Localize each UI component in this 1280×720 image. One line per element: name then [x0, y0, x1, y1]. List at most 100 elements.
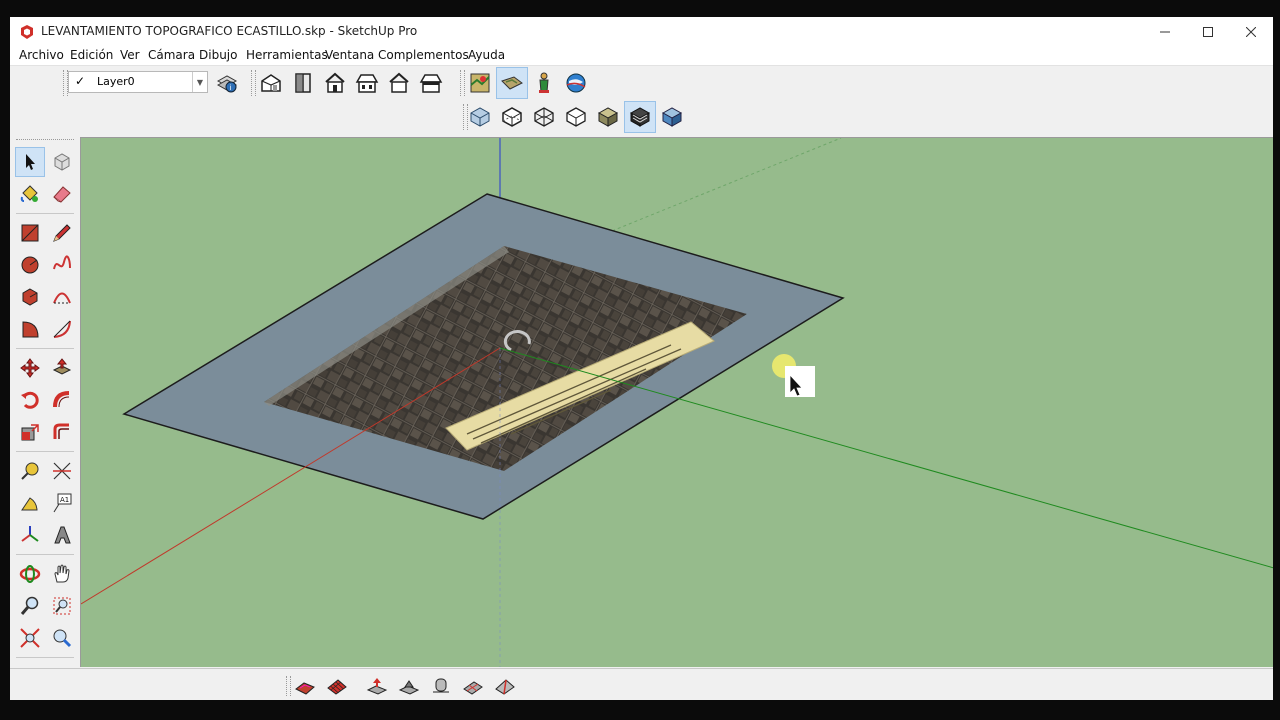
shaded-style-button[interactable]: [592, 101, 624, 133]
rotate-tool[interactable]: [15, 385, 45, 415]
eraser-tool[interactable]: [47, 179, 77, 209]
zoom-extents-icon: [20, 628, 40, 648]
two-point-arc-tool[interactable]: [47, 314, 77, 344]
freehand-tool[interactable]: [47, 250, 77, 280]
push-pull-icon: [52, 358, 72, 375]
views-toolbar: [255, 67, 447, 99]
smoove-button[interactable]: [361, 670, 393, 700]
protractor-icon: [21, 497, 38, 511]
axes-icon: [21, 526, 39, 542]
menu-herramientas[interactable]: Herramientas: [246, 48, 328, 62]
top-view-button[interactable]: [287, 67, 319, 99]
shaded-textures-style-button[interactable]: [624, 101, 656, 133]
large-tool-set: A1: [10, 137, 79, 667]
circle-tool[interactable]: [15, 250, 45, 280]
position-camera-tool[interactable]: [47, 623, 77, 653]
back-edges-style-button[interactable]: [496, 101, 528, 133]
3d-text-icon: [54, 526, 71, 544]
pan-tool[interactable]: [47, 559, 77, 589]
paint-bucket-icon: [20, 185, 38, 202]
follow-me-tool[interactable]: [47, 385, 77, 415]
sandbox-from-contours-button[interactable]: [289, 670, 321, 700]
arc-tool[interactable]: [47, 282, 77, 312]
maximize-button[interactable]: [1186, 17, 1230, 47]
flip-edge-button[interactable]: [489, 670, 521, 700]
zoom-window-tool[interactable]: [47, 591, 77, 621]
front-view-icon: [325, 72, 345, 93]
sketchup-logo-icon: [21, 25, 33, 39]
dimension-tool[interactable]: [47, 456, 77, 486]
add-detail-button[interactable]: [457, 670, 489, 700]
monochrome-style-button[interactable]: [656, 101, 688, 133]
menu-ver[interactable]: Ver: [120, 48, 140, 62]
scene-canvas[interactable]: [81, 138, 1273, 667]
polygon-tool[interactable]: [15, 282, 45, 312]
layer-manager-button[interactable]: i: [211, 67, 243, 99]
svg-text:i: i: [230, 84, 232, 92]
xray-style-button[interactable]: [464, 101, 496, 133]
drawing-viewport[interactable]: [80, 137, 1273, 667]
minimize-button[interactable]: [1143, 17, 1187, 47]
toolbar-grip[interactable]: [16, 139, 74, 141]
scale-tool[interactable]: [15, 417, 45, 447]
orbit-tool[interactable]: [15, 559, 45, 589]
menu-camara[interactable]: Cámara: [148, 48, 195, 62]
toolbar-separator: [16, 348, 74, 349]
menu-edicion[interactable]: Edición: [70, 48, 113, 62]
rectangle-tool[interactable]: [15, 218, 45, 248]
chevron-down-icon[interactable]: ▼: [192, 72, 207, 92]
back-view-button[interactable]: [383, 67, 415, 99]
google-earth-icon: [566, 73, 586, 93]
preview-google-earth-button[interactable]: [560, 67, 592, 99]
make-component-tool[interactable]: [47, 147, 77, 177]
eraser-icon: [53, 186, 71, 203]
title-bar: LEVANTAMIENTO TOPOGRAFICO ECASTILLO.skp …: [10, 17, 1273, 47]
wireframe-style-button[interactable]: [528, 101, 560, 133]
toolbar-area: ✓ Layer0 ▼ i: [10, 65, 1273, 136]
left-view-button[interactable]: [415, 67, 447, 99]
add-location-button[interactable]: [464, 67, 496, 99]
menu-complementos[interactable]: Complementos: [378, 48, 469, 62]
protractor-tool[interactable]: [15, 488, 45, 518]
photo-textures-icon: [539, 72, 549, 93]
dimension-icon: [53, 462, 71, 480]
offset-tool[interactable]: [47, 417, 77, 447]
hidden-line-style-button[interactable]: [560, 101, 592, 133]
tape-measure-tool[interactable]: [15, 456, 45, 486]
front-view-button[interactable]: [319, 67, 351, 99]
stamp-button[interactable]: [393, 670, 425, 700]
toggle-terrain-button[interactable]: [496, 67, 528, 99]
zoom-extents-tool[interactable]: [15, 623, 45, 653]
close-button[interactable]: [1229, 17, 1273, 47]
back-edges-icon: [502, 107, 522, 127]
right-view-button[interactable]: [351, 67, 383, 99]
paint-bucket-tool[interactable]: [15, 179, 45, 209]
3d-text-tool[interactable]: [47, 520, 77, 550]
line-tool[interactable]: [47, 218, 77, 248]
text-tool[interactable]: A1: [47, 488, 77, 518]
select-tool[interactable]: [15, 147, 45, 177]
sandbox-from-scratch-button[interactable]: [321, 670, 353, 700]
axes-tool[interactable]: [15, 520, 45, 550]
tape-measure-icon: [21, 462, 39, 480]
add-location-icon: [470, 73, 490, 93]
push-pull-tool[interactable]: [47, 353, 77, 383]
menu-ventana[interactable]: Ventana: [325, 48, 374, 62]
menu-ayuda[interactable]: Ayuda: [468, 48, 505, 62]
menu-archivo[interactable]: Archivo: [19, 48, 64, 62]
shaded-with-textures-icon: [629, 107, 651, 127]
iso-view-button[interactable]: [255, 67, 287, 99]
pie-tool[interactable]: [15, 314, 45, 344]
drape-button[interactable]: [425, 670, 457, 700]
grid-mesh-icon: [327, 679, 347, 695]
layer-selector[interactable]: ✓ Layer0 ▼: [68, 71, 208, 93]
left-view-icon: [419, 74, 443, 93]
menu-dibujo[interactable]: Dibujo: [199, 48, 237, 62]
photo-textures-button[interactable]: [528, 67, 560, 99]
offset-icon: [53, 423, 69, 439]
zoom-tool[interactable]: [15, 591, 45, 621]
move-tool[interactable]: [15, 353, 45, 383]
close-icon: [1246, 27, 1256, 37]
two-point-arc-icon: [53, 320, 71, 338]
smoove-icon: [366, 678, 388, 695]
